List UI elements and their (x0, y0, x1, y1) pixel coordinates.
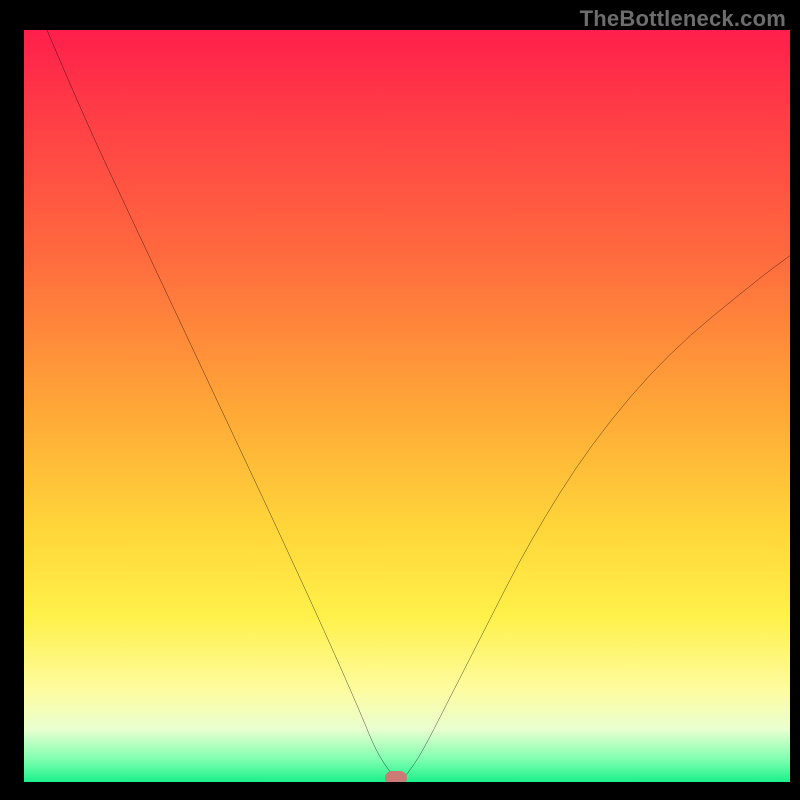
plot-area (24, 30, 790, 782)
bottleneck-curve (24, 30, 790, 782)
optimum-marker (385, 771, 407, 782)
chart-frame: TheBottleneck.com (0, 0, 800, 800)
watermark-text: TheBottleneck.com (580, 6, 786, 32)
